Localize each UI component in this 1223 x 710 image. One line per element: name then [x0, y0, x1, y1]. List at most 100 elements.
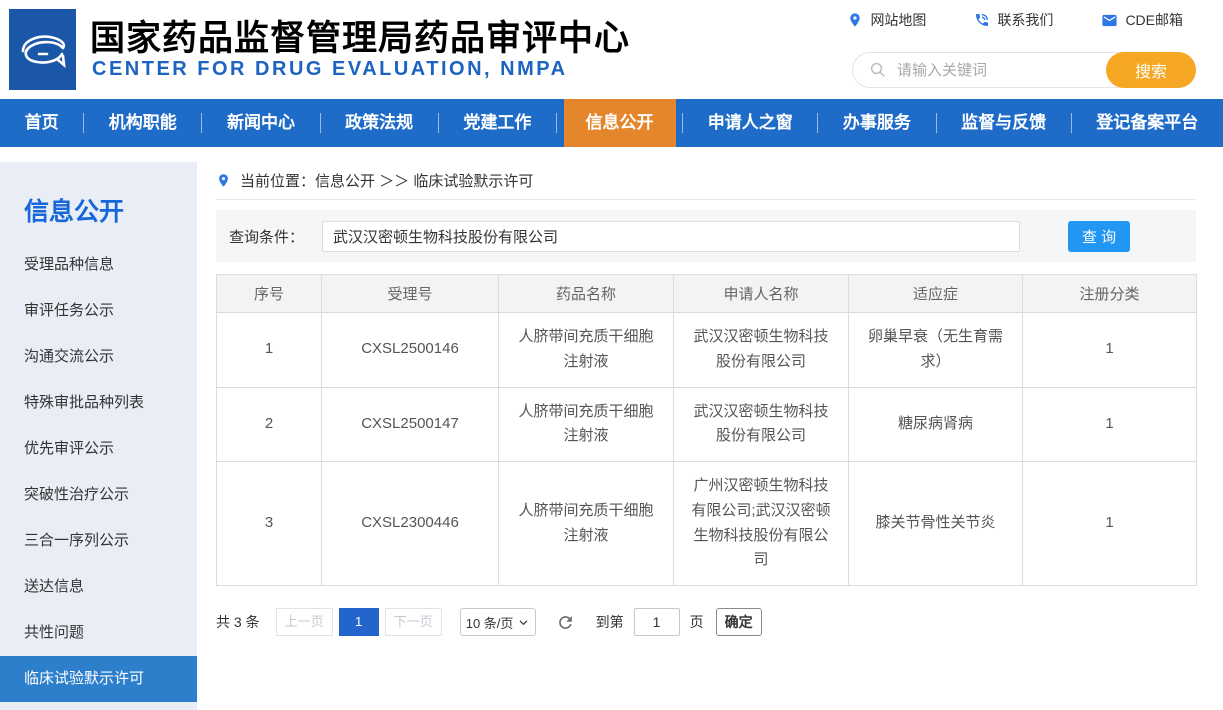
- table-cell: 武汉汉密顿生物科技股份有限公司: [674, 387, 849, 462]
- query-input[interactable]: [322, 221, 1020, 252]
- nav-item-supervision-feedback[interactable]: 监督与反馈: [943, 99, 1064, 147]
- sidebar: 信息公开 受理品种信息 审评任务公示 沟通交流公示 特殊审批品种列表 优先审评公…: [0, 162, 197, 710]
- sitemap-link[interactable]: 网站地图: [847, 10, 926, 30]
- sidebar-item-three-in-one[interactable]: 三合一序列公示: [0, 518, 197, 564]
- nav-divider: [936, 113, 937, 133]
- cde-logo: [9, 9, 76, 90]
- nav-divider: [320, 113, 321, 133]
- breadcrumb-text: 当前位置：信息公开 ＞＞ 临床试验默示许可: [240, 170, 533, 191]
- header: 国家药品监督管理局药品审评中心 CENTER FOR DRUG EVALUATI…: [0, 0, 1223, 99]
- refresh-button[interactable]: [556, 612, 576, 632]
- header-search: 搜索: [852, 52, 1196, 88]
- sidebar-item-common-issues[interactable]: 共性问题: [0, 610, 197, 656]
- goto-page-input[interactable]: [634, 608, 680, 636]
- map-pin-icon: [847, 12, 863, 28]
- nav-item-info-disclosure[interactable]: 信息公开: [564, 99, 676, 147]
- header-search-button[interactable]: 搜索: [1106, 52, 1196, 88]
- results-table: 序号 受理号 药品名称 申请人名称 适应症 注册分类 1 CXSL2500146…: [216, 274, 1197, 586]
- table-row: 3 CXSL2300446 人脐带间充质干细胞注射液 广州汉密顿生物科技有限公司…: [217, 462, 1197, 586]
- location-pin-icon: [216, 173, 231, 188]
- mail-icon: [1101, 12, 1118, 29]
- table-row: 2 CXSL2500147 人脐带间充质干细胞注射液 武汉汉密顿生物科技股份有限…: [217, 387, 1197, 462]
- sidebar-item-breakthrough-therapy[interactable]: 突破性治疗公示: [0, 472, 197, 518]
- table-cell: 武汉汉密顿生物科技股份有限公司: [674, 313, 849, 388]
- header-cell-applicant: 申请人名称: [674, 275, 849, 313]
- nav-item-policies[interactable]: 政策法规: [327, 99, 431, 147]
- nav-item-news[interactable]: 新闻中心: [209, 99, 313, 147]
- header-cell-index: 序号: [217, 275, 322, 313]
- header-cell-acceptance-no: 受理号: [322, 275, 499, 313]
- table-cell: 1: [1023, 387, 1197, 462]
- table-cell: 1: [217, 313, 322, 388]
- query-panel: 查询条件： 查 询: [216, 210, 1196, 262]
- sidebar-item-clinical-trial-implied-license[interactable]: 临床试验默示许可: [0, 656, 197, 702]
- table-cell: 糖尿病肾病: [849, 387, 1023, 462]
- sidebar-item-accepted-varieties[interactable]: 受理品种信息: [0, 242, 197, 288]
- sidebar-title: 信息公开: [0, 162, 197, 242]
- table-row: 1 CXSL2500146 人脐带间充质干细胞注射液 武汉汉密顿生物科技股份有限…: [217, 313, 1197, 388]
- sidebar-item-delivery-info[interactable]: 送达信息: [0, 564, 197, 610]
- table-cell: CXSL2500146: [322, 313, 499, 388]
- current-page-button[interactable]: 1: [339, 608, 379, 636]
- nav-divider: [438, 113, 439, 133]
- nav-item-registration-platform[interactable]: 登记备案平台: [1078, 99, 1216, 147]
- quick-links: 网站地图 联系我们 CDE邮箱: [847, 10, 1183, 30]
- query-button[interactable]: 查 询: [1068, 221, 1130, 252]
- chevron-down-icon: [518, 617, 529, 628]
- mail-link-label: CDE邮箱: [1125, 10, 1183, 30]
- main-content: 当前位置：信息公开 ＞＞ 临床试验默示许可 查询条件： 查 询 序号 受理号 药…: [216, 162, 1196, 636]
- header-cell-drug-name: 药品名称: [499, 275, 674, 313]
- cde-logo-emblem: [17, 27, 69, 73]
- header-cell-registration-class: 注册分类: [1023, 275, 1197, 313]
- table-cell: 卵巢早衰（无生育需求）: [849, 313, 1023, 388]
- next-page-button[interactable]: 下一页: [385, 608, 442, 636]
- nav-item-applicant-window[interactable]: 申请人之窗: [690, 99, 811, 147]
- prev-page-button[interactable]: 上一页: [276, 608, 333, 636]
- search-icon: [853, 61, 887, 79]
- table-cell: 广州汉密顿生物科技有限公司;武汉汉密顿生物科技股份有限公司: [674, 462, 849, 586]
- nav-divider: [556, 113, 557, 133]
- table-cell: 膝关节骨性关节炎: [849, 462, 1023, 586]
- total-count: 共 3 条: [216, 612, 260, 632]
- contact-link-label: 联系我们: [997, 10, 1053, 30]
- nav-divider: [682, 113, 683, 133]
- refresh-icon: [556, 613, 575, 632]
- sidebar-item-review-tasks[interactable]: 审评任务公示: [0, 288, 197, 334]
- table-cell: CXSL2500147: [322, 387, 499, 462]
- nav-divider: [201, 113, 202, 133]
- table-cell: 1: [1023, 313, 1197, 388]
- header-search-input[interactable]: [887, 62, 1107, 79]
- nav-item-home[interactable]: 首页: [7, 99, 77, 147]
- breadcrumb: 当前位置：信息公开 ＞＞ 临床试验默示许可: [216, 162, 1196, 200]
- sitemap-link-label: 网站地图: [870, 10, 926, 30]
- header-cell-indication: 适应症: [849, 275, 1023, 313]
- sidebar-item-priority-review[interactable]: 优先审评公示: [0, 426, 197, 472]
- site-subtitle: CENTER FOR DRUG EVALUATION, NMPA: [92, 58, 568, 81]
- site-title: 国家药品监督管理局药品审评中心: [90, 10, 630, 61]
- table-cell: 2: [217, 387, 322, 462]
- nav-item-services[interactable]: 办事服务: [825, 99, 929, 147]
- mail-link[interactable]: CDE邮箱: [1101, 10, 1183, 30]
- confirm-button[interactable]: 确定: [716, 608, 762, 636]
- contact-link[interactable]: 联系我们: [974, 10, 1053, 30]
- table-header-row: 序号 受理号 药品名称 申请人名称 适应症 注册分类: [217, 275, 1197, 313]
- query-label: 查询条件：: [229, 226, 304, 247]
- goto-label: 到第: [596, 612, 624, 632]
- sidebar-item-special-approval[interactable]: 特殊审批品种列表: [0, 380, 197, 426]
- table-cell: 人脐带间充质干细胞注射液: [499, 313, 674, 388]
- table-cell: CXSL2300446: [322, 462, 499, 586]
- nav-item-functions[interactable]: 机构职能: [91, 99, 195, 147]
- table-cell: 人脐带间充质干细胞注射液: [499, 387, 674, 462]
- sidebar-item-communication[interactable]: 沟通交流公示: [0, 334, 197, 380]
- main-nav: 首页 机构职能 新闻中心 政策法规 党建工作 信息公开 申请人之窗 办事服务 监…: [0, 99, 1223, 147]
- pagination: 共 3 条 上一页 1 下一页 10 条/页 到第 页 确定: [216, 608, 1196, 636]
- table-cell: 人脐带间充质干细胞注射液: [499, 462, 674, 586]
- phone-icon: [974, 12, 990, 28]
- table-cell: 3: [217, 462, 322, 586]
- page-size-select[interactable]: 10 条/页: [460, 608, 536, 636]
- nav-divider: [1071, 113, 1072, 133]
- page-unit-label: 页: [690, 612, 704, 632]
- nav-divider: [83, 113, 84, 133]
- nav-item-party-building[interactable]: 党建工作: [445, 99, 549, 147]
- nav-divider: [817, 113, 818, 133]
